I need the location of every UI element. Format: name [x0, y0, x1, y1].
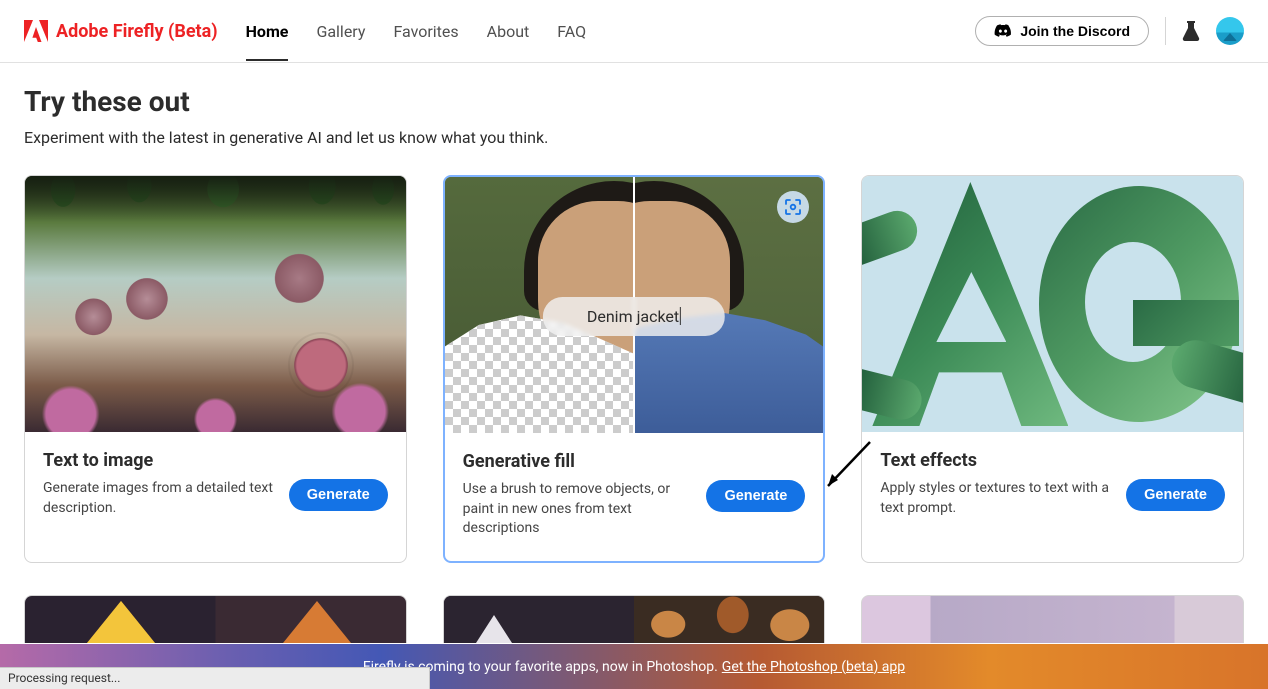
join-discord-button[interactable]: Join the Discord	[975, 16, 1149, 46]
nav-about[interactable]: About	[487, 2, 530, 61]
adobe-logo-icon	[24, 20, 48, 42]
card-text-effects[interactable]: Text effects Apply styles or textures to…	[861, 175, 1244, 563]
nav-gallery[interactable]: Gallery	[316, 2, 365, 61]
card-peek-1[interactable]	[24, 595, 407, 643]
nav-favorites[interactable]: Favorites	[393, 2, 458, 61]
card-title: Generative fill	[463, 451, 806, 472]
labs-icon[interactable]	[1182, 21, 1200, 41]
browser-status-bar: Processing request...	[0, 667, 430, 689]
main-content: Try these out Experiment with the latest…	[0, 63, 1268, 643]
feature-cards-row-2	[24, 595, 1244, 643]
header-divider	[1165, 17, 1166, 45]
card-generative-fill[interactable]: Denim jacket Generative fill Use a brush…	[443, 175, 826, 563]
card-text-to-image[interactable]: Text to image Generate images from a det…	[24, 175, 407, 563]
card-body: Text to image Generate images from a det…	[25, 432, 406, 562]
brand-name: Adobe Firefly (Beta)	[56, 21, 218, 42]
nav-faq[interactable]: FAQ	[557, 2, 586, 61]
card-body: Text effects Apply styles or textures to…	[862, 432, 1243, 562]
card-title: Text to image	[43, 450, 388, 471]
prompt-pill: Denim jacket	[543, 297, 725, 336]
card-peek-2[interactable]	[443, 595, 826, 643]
card-image-text-effects	[862, 176, 1243, 432]
discord-icon	[994, 24, 1012, 38]
card-description: Apply styles or textures to text with a …	[880, 479, 1114, 518]
card-description: Generate images from a detailed text des…	[43, 479, 277, 518]
feature-cards-row: Text to image Generate images from a det…	[24, 175, 1244, 563]
decorative-sphere	[290, 334, 352, 396]
app-header: Adobe Firefly (Beta) Home Gallery Favori…	[0, 0, 1268, 63]
main-nav: Home Gallery Favorites About FAQ	[246, 2, 587, 61]
header-actions: Join the Discord	[975, 16, 1244, 46]
card-description: Use a brush to remove objects, or paint …	[463, 480, 695, 539]
generate-button[interactable]: Generate	[289, 479, 388, 511]
card-title: Text effects	[880, 450, 1225, 471]
generate-button[interactable]: Generate	[706, 480, 805, 512]
page-title: Try these out	[24, 85, 1244, 118]
card-image-generative-fill: Denim jacket	[445, 177, 824, 433]
brand-logo-group[interactable]: Adobe Firefly (Beta)	[24, 20, 218, 42]
discord-label: Join the Discord	[1020, 23, 1130, 39]
card-peek-3[interactable]	[861, 595, 1244, 643]
card-image-text-to-image	[25, 176, 406, 432]
user-avatar[interactable]	[1216, 17, 1244, 45]
banner-link[interactable]: Get the Photoshop (beta) app	[722, 659, 905, 675]
card-body: Generative fill Use a brush to remove ob…	[445, 433, 824, 561]
leaf-letter-g-bar	[1133, 300, 1239, 346]
leaf-accent	[862, 205, 923, 267]
generate-button[interactable]: Generate	[1126, 479, 1225, 511]
page-subtitle: Experiment with the latest in generative…	[24, 128, 1244, 147]
nav-home[interactable]: Home	[246, 2, 289, 61]
